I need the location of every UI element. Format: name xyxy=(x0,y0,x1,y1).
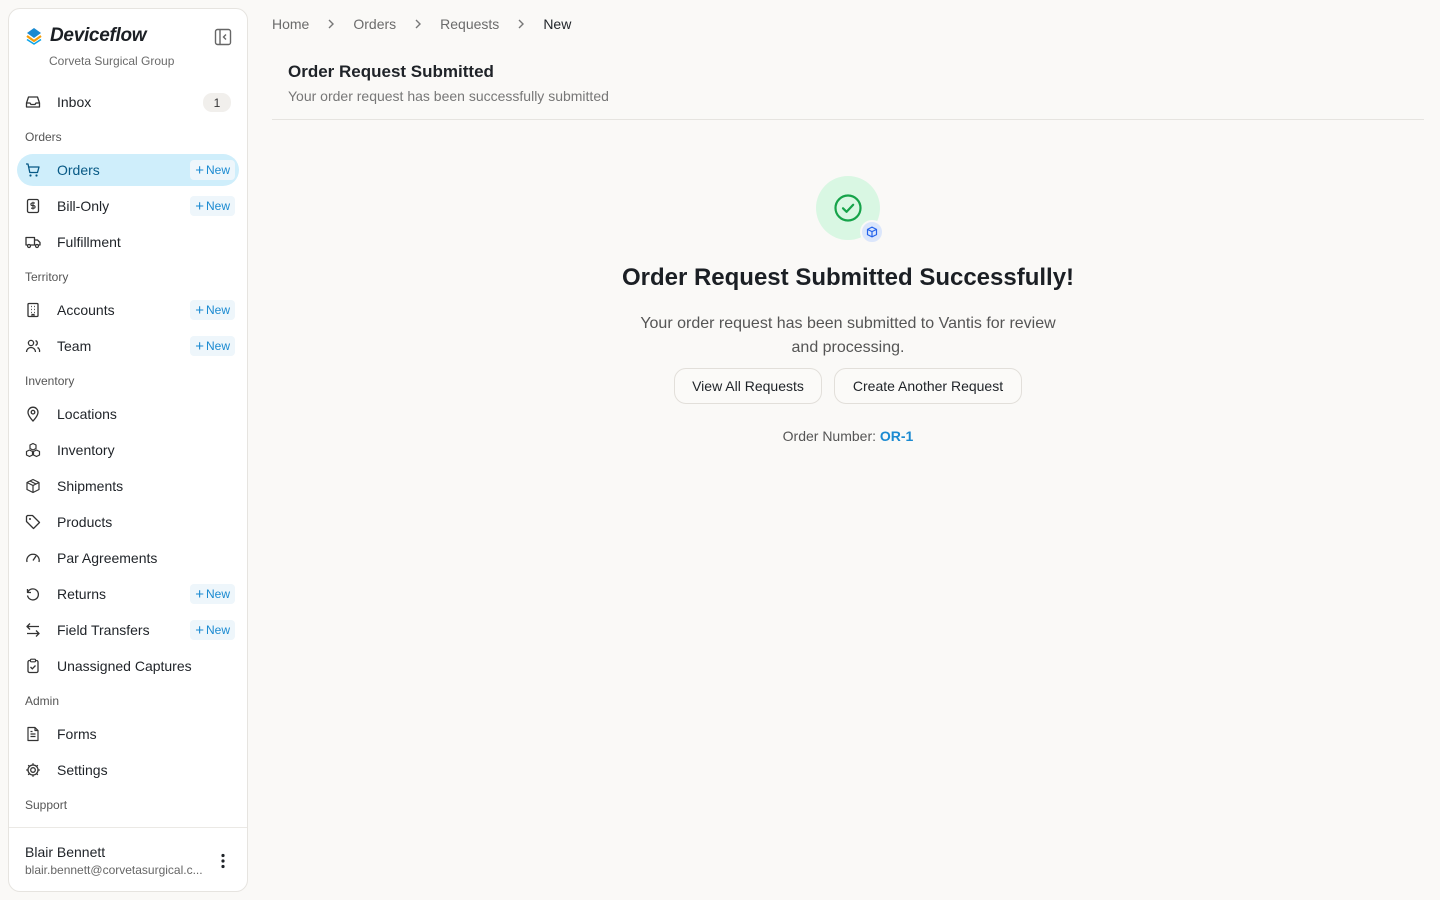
new-order-button[interactable]: + New xyxy=(190,160,235,180)
success-message: Your order request has been submitted to… xyxy=(640,315,1056,356)
new-label: New xyxy=(205,623,230,637)
sidebar-item-par-agreements[interactable]: Par Agreements xyxy=(17,542,239,574)
cart-icon xyxy=(26,163,40,177)
file-text-icon xyxy=(27,726,39,742)
map-pin-icon xyxy=(27,406,39,422)
new-label: New xyxy=(205,303,230,317)
page-title: Order Request Submitted xyxy=(288,62,494,81)
sidebar-item-label: Unassigned Captures xyxy=(57,658,192,674)
brand: Deviceflow xyxy=(25,25,147,47)
chevron-right-icon xyxy=(518,19,525,29)
sidebar-item-inventory[interactable]: Inventory xyxy=(17,434,239,466)
package-icon xyxy=(866,226,878,238)
truck-icon xyxy=(25,236,41,249)
sidebar-item-accounts[interactable]: Accounts + New xyxy=(17,294,239,326)
new-return-button[interactable]: + New xyxy=(190,584,235,604)
inbox-count-badge: 1 xyxy=(203,93,231,112)
gauge-icon xyxy=(26,553,40,563)
breadcrumb-orders[interactable]: Orders xyxy=(353,16,396,32)
boxes-icon xyxy=(25,442,41,458)
breadcrumb-requests[interactable]: Requests xyxy=(440,16,499,32)
sidebar-item-settings[interactable]: Settings xyxy=(17,754,239,786)
sidebar-item-label: Shipments xyxy=(57,478,124,494)
sidebar-item-returns[interactable]: Returns + New xyxy=(17,578,239,610)
arrows-left-right-icon xyxy=(26,623,40,637)
new-label: New xyxy=(205,587,230,601)
header-divider xyxy=(272,119,1424,120)
chevron-right-icon xyxy=(415,19,422,29)
sidebar-collapse-icon[interactable] xyxy=(214,28,232,46)
section-label-support: Support xyxy=(25,798,68,812)
sidebar-item-forms[interactable]: Forms xyxy=(17,718,239,750)
section-label-territory: Territory xyxy=(25,270,69,284)
sidebar-item-bill-only[interactable]: Bill-Only + New xyxy=(17,190,239,222)
inbox-icon xyxy=(25,96,41,108)
sidebar-item-label: Settings xyxy=(57,762,108,778)
breadcrumb: Home Orders Requests New xyxy=(272,14,571,34)
new-label: New xyxy=(205,199,230,213)
sidebar-item-label: Par Agreements xyxy=(57,550,158,566)
view-all-requests-button[interactable]: View All Requests xyxy=(674,368,822,404)
order-number-line: Order Number: OR-1 xyxy=(660,428,1036,444)
sidebar: Deviceflow Corveta Surgical Group Inbox … xyxy=(8,8,248,892)
clipboard-check-icon xyxy=(27,658,39,674)
package-icon xyxy=(26,478,40,494)
new-field-transfer-button[interactable]: + New xyxy=(190,620,235,640)
user-email: blair.bennett@corvetasurgical.c... xyxy=(25,863,203,877)
sidebar-item-label: Forms xyxy=(57,726,97,742)
check-circle-icon xyxy=(834,194,862,222)
org-name: Corveta Surgical Group xyxy=(49,54,175,68)
user-profile[interactable]: Blair Bennett blair.bennett@corvetasurgi… xyxy=(9,827,247,891)
deviceflow-logo-icon xyxy=(26,28,42,45)
sidebar-item-label: Locations xyxy=(57,406,117,422)
sidebar-item-label: Inventory xyxy=(57,442,115,458)
rotate-ccw-icon xyxy=(26,588,40,601)
page-subtitle: Your order request has been successfully… xyxy=(288,88,609,104)
new-account-button[interactable]: + New xyxy=(190,300,235,320)
chevron-right-icon xyxy=(328,19,335,29)
sidebar-item-products[interactable]: Products xyxy=(17,506,239,538)
sidebar-item-label: Products xyxy=(57,514,113,530)
brand-name: Deviceflow xyxy=(50,25,147,46)
section-label-orders: Orders xyxy=(25,130,62,144)
sidebar-item-fulfillment[interactable]: Fulfillment xyxy=(17,226,239,258)
sidebar-item-unassigned-captures[interactable]: Unassigned Captures xyxy=(17,650,239,682)
users-icon xyxy=(25,339,41,353)
invoice-dollar-icon xyxy=(26,198,40,214)
sidebar-item-orders[interactable]: Orders + New xyxy=(17,154,239,186)
order-number-link[interactable]: OR-1 xyxy=(880,428,913,444)
new-label: New xyxy=(205,163,230,177)
sidebar-item-team[interactable]: Team + New xyxy=(17,330,239,362)
success-title: Order Request Submitted Successfully! xyxy=(621,264,1075,291)
new-team-member-button[interactable]: + New xyxy=(190,336,235,356)
new-label: New xyxy=(205,339,230,353)
sidebar-item-label: Fulfillment xyxy=(57,234,121,250)
breadcrumb-new: New xyxy=(543,16,572,32)
sidebar-item-shipments[interactable]: Shipments xyxy=(17,470,239,502)
order-number-label: Order Number: xyxy=(782,428,876,444)
tag-icon xyxy=(25,514,41,530)
gear-icon xyxy=(26,763,40,777)
building-icon xyxy=(27,302,39,318)
sidebar-item-locations[interactable]: Locations xyxy=(17,398,239,430)
more-vertical-icon[interactable] xyxy=(217,852,229,870)
sidebar-item-inbox[interactable]: Inbox 1 xyxy=(17,86,239,118)
breadcrumb-home[interactable]: Home xyxy=(272,16,309,32)
create-another-request-button[interactable]: Create Another Request xyxy=(834,368,1022,404)
section-label-inventory: Inventory xyxy=(25,374,75,388)
sidebar-item-field-transfers[interactable]: Field Transfers + New xyxy=(17,614,239,646)
section-label-admin: Admin xyxy=(25,694,60,708)
package-badge xyxy=(860,220,884,244)
new-bill-only-button[interactable]: + New xyxy=(190,196,235,216)
user-name: Blair Bennett xyxy=(25,844,106,860)
